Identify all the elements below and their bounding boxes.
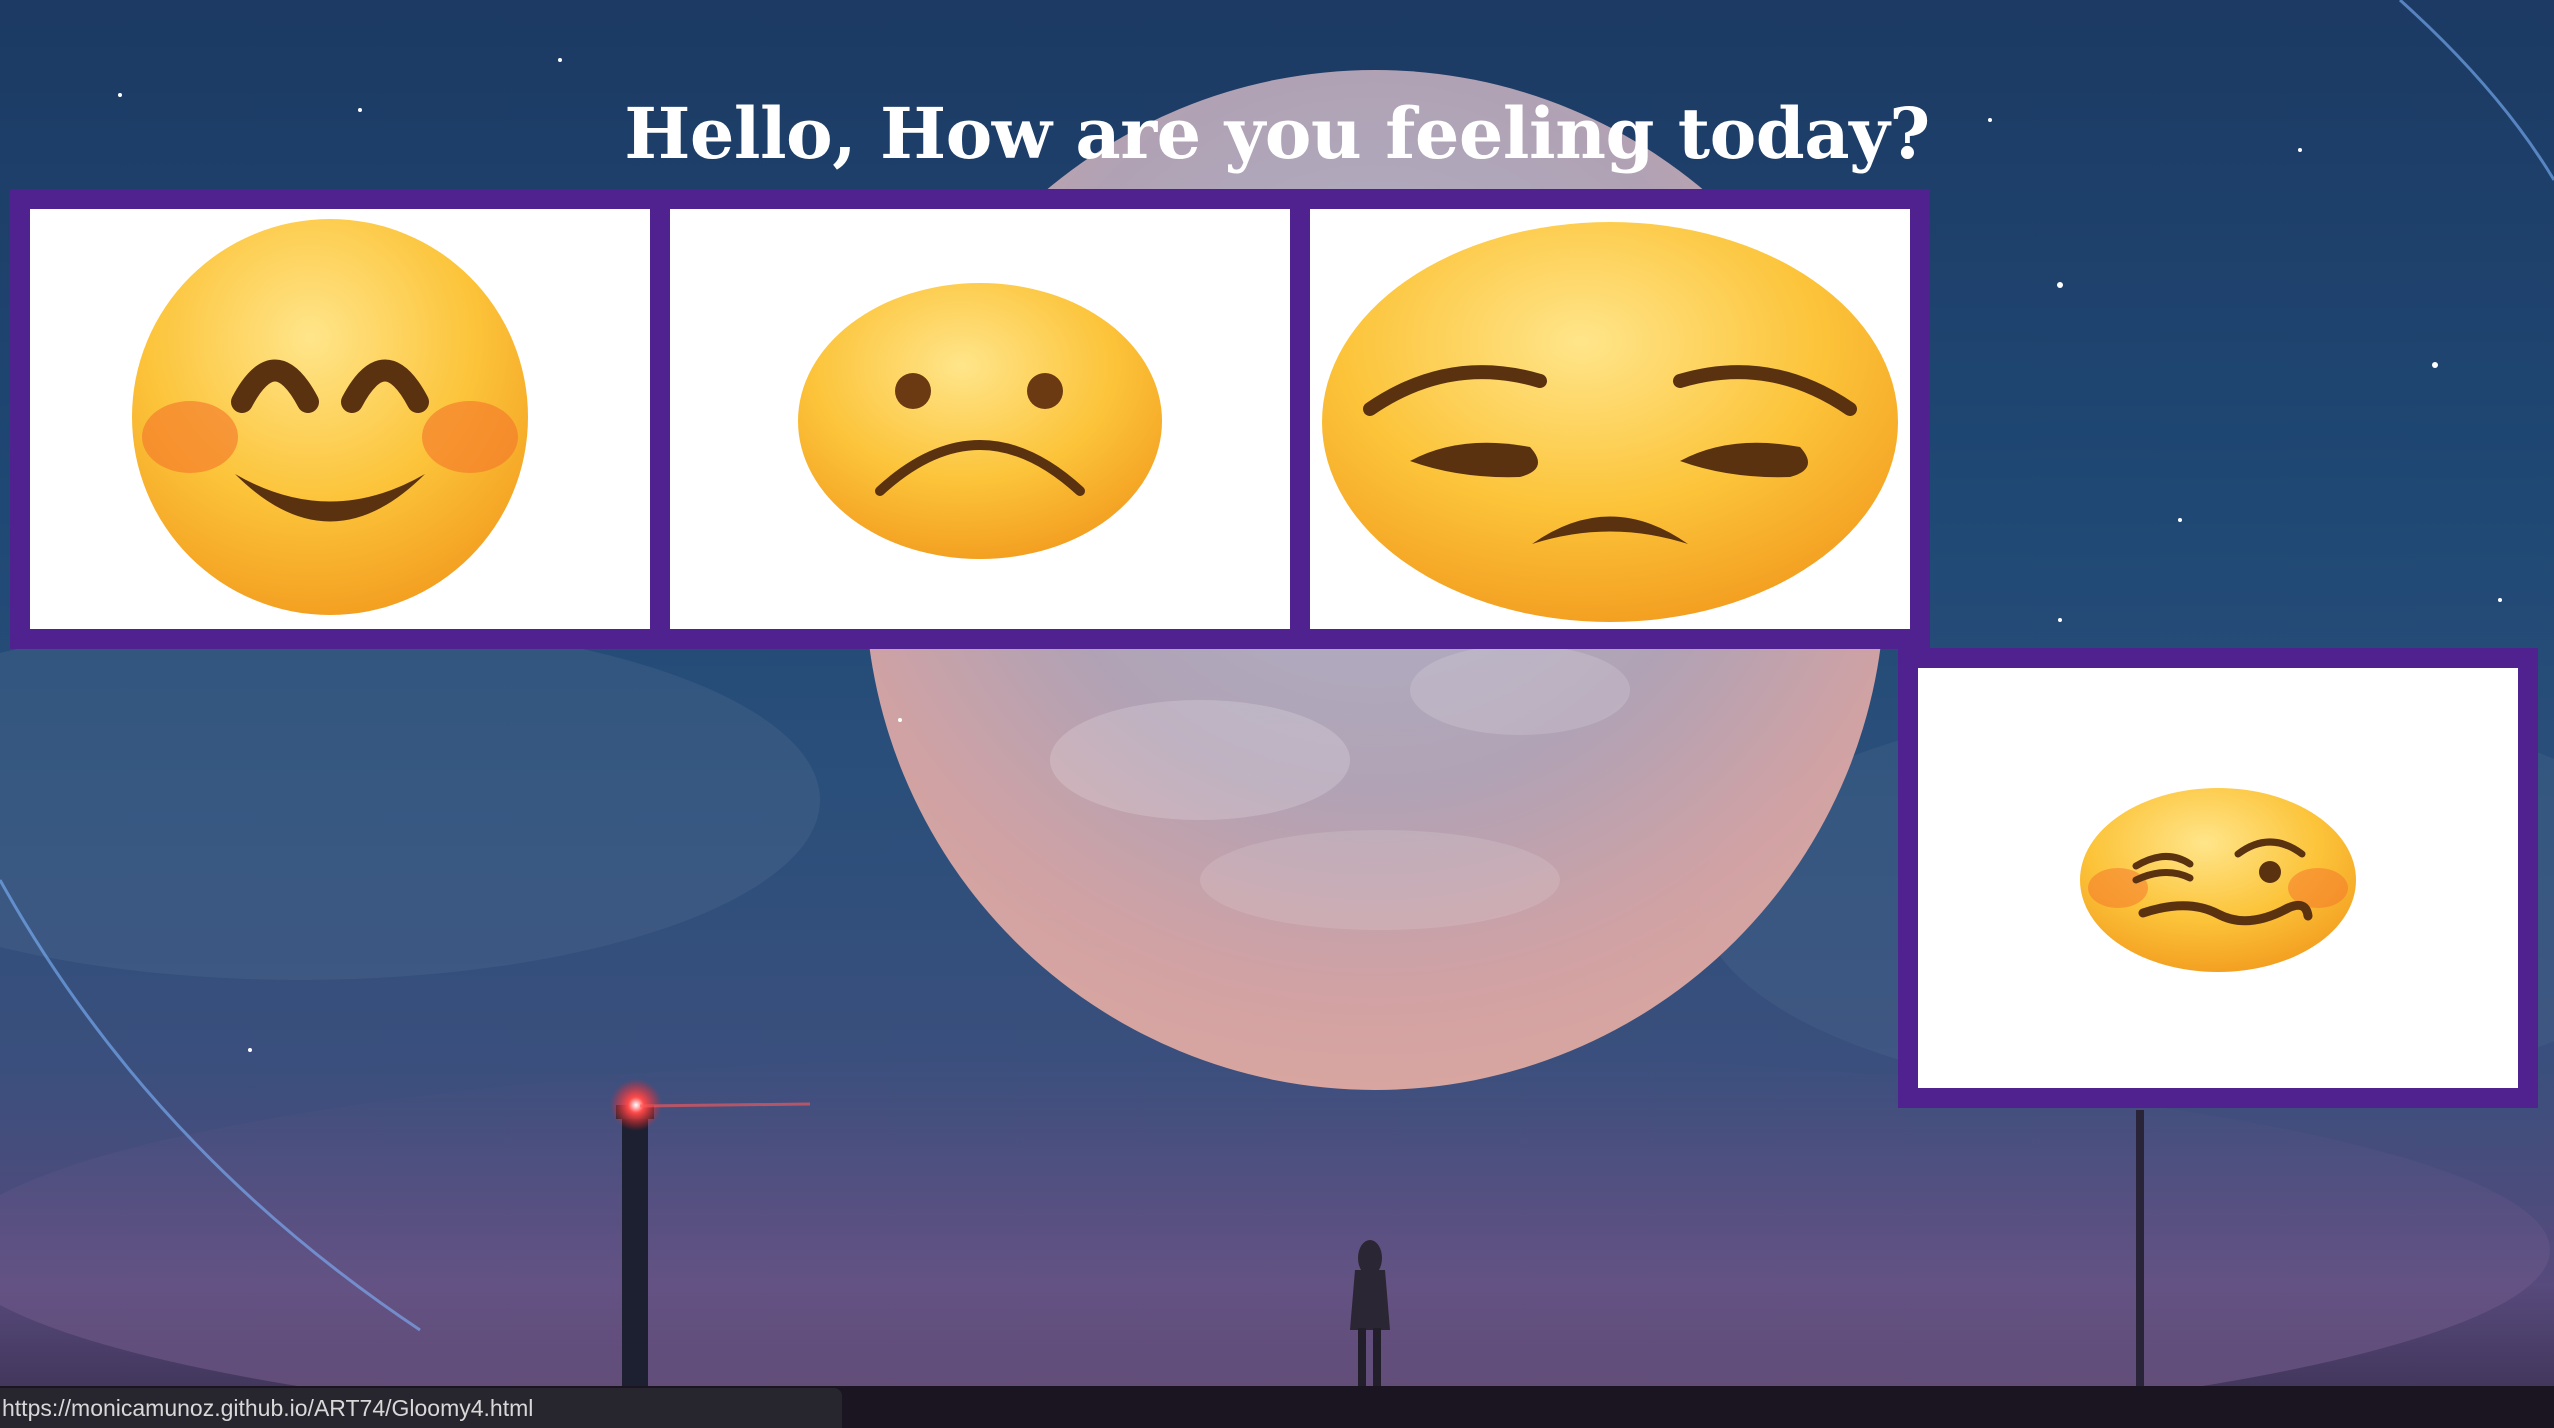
page-title: Hello, How are you feeling today? xyxy=(624,91,1930,175)
mood-option-happy[interactable] xyxy=(10,189,670,649)
frowning-face-icon xyxy=(798,283,1162,559)
woozy-face-icon xyxy=(2080,788,2356,972)
status-bar-url: https://monicamunoz.github.io/ART74/Gloo… xyxy=(0,1388,842,1428)
mood-option-sad[interactable] xyxy=(650,189,1310,649)
smiling-face-with-blushing-cheeks-icon xyxy=(132,219,528,615)
mood-option-woozy[interactable] xyxy=(1898,648,2538,1108)
unamused-face-icon xyxy=(1322,222,1898,622)
mood-option-unamused[interactable] xyxy=(1290,189,1930,649)
